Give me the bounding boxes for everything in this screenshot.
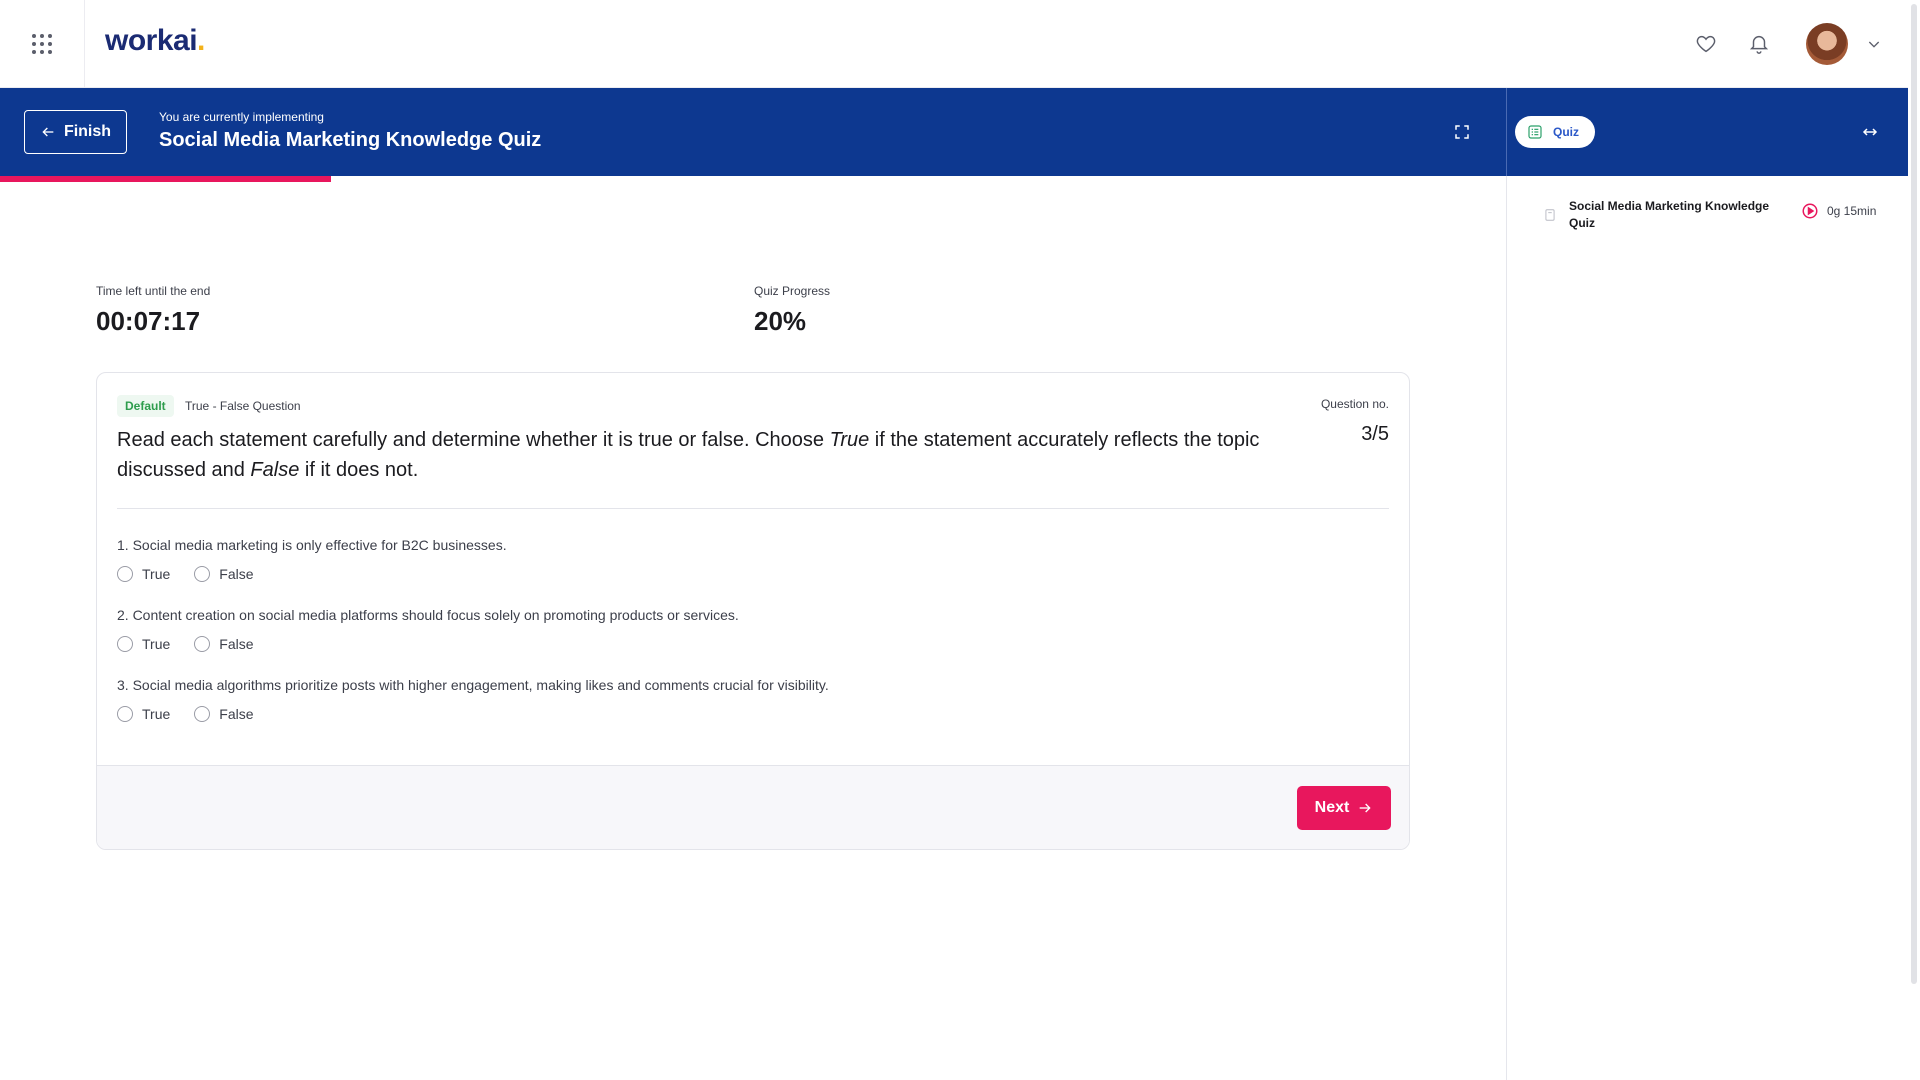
scrollbar-thumb[interactable] (1911, 4, 1917, 984)
radio-circle[interactable] (194, 706, 211, 722)
radio-circle[interactable] (117, 706, 133, 722)
arrow-right-icon (1360, 803, 1371, 813)
fullscreen-icon (1455, 125, 1469, 139)
apps-menu-button[interactable] (0, 0, 85, 88)
top-app-bar: workai. (0, 0, 1920, 88)
statement-1-options: True False (117, 566, 254, 582)
play-circle-icon (1802, 203, 1818, 219)
duration-text: 0g 15min (1827, 204, 1877, 218)
finish-button[interactable]: Finish (24, 110, 127, 154)
quiz-progress-fill (0, 176, 332, 182)
user-avatar[interactable] (1806, 23, 1848, 65)
quiz-progress-bar (0, 176, 1506, 182)
statement-3-options: True False (117, 706, 254, 722)
page-scrollbar[interactable] (1908, 0, 1920, 1080)
arrows-horizontal-icon (1862, 128, 1878, 136)
quiz-progress-value: 20% (754, 306, 807, 336)
heart-icon (1696, 35, 1716, 53)
quiz-header: Finish You are currently implementing So… (0, 88, 1908, 176)
question-number-value: 3/5 (1361, 423, 1389, 445)
quiz-list-icon (1528, 125, 1542, 139)
bell-icon (1749, 36, 1769, 54)
header-divider (1506, 88, 1507, 176)
quiz-pill-label: Quiz (1553, 125, 1579, 139)
question-card: Default True - False Question Question n… (96, 372, 1410, 850)
statement-2-true-radio[interactable]: True (117, 636, 170, 652)
chevron-down-icon (1868, 41, 1880, 48)
statement-1-true-radio[interactable]: True (117, 566, 170, 582)
sidebar-item-quiz[interactable]: Social Media Marketing Knowledge Quiz 0g… (1543, 198, 1893, 232)
sidebar-item-duration: 0g 15min (1801, 202, 1876, 220)
card-divider (117, 508, 1389, 509)
statement-1: 1. Social media marketing is only effect… (117, 537, 507, 553)
user-menu-toggle[interactable] (1862, 32, 1886, 56)
finish-label: Finish (63, 123, 112, 140)
arrow-left-icon (42, 127, 54, 137)
radio-circle[interactable] (194, 566, 211, 582)
quiz-title: Social Media Marketing Knowledge Quiz (159, 129, 542, 151)
time-left-label: Time left until the end (96, 284, 211, 298)
statement-2: 2. Content creation on social media plat… (117, 607, 739, 623)
statement-3: 3. Social media algorithms prioritize po… (117, 677, 829, 693)
question-type: True - False Question (185, 399, 301, 413)
statement-3-false-radio[interactable]: False (194, 706, 254, 722)
radio-circle[interactable] (117, 636, 133, 652)
quiz-tab-pill[interactable]: Quiz (1515, 116, 1595, 148)
notifications-button[interactable] (1743, 28, 1775, 60)
next-label: Next (1314, 799, 1350, 816)
question-tag: Default (117, 395, 174, 417)
favorites-button[interactable] (1690, 28, 1722, 60)
question-number-label: Question no. (1320, 397, 1389, 411)
apps-grid-icon (32, 34, 52, 54)
sidebar-item-title: Social Media Marketing Knowledge Quiz (1569, 199, 1770, 230)
statement-1-false-radio[interactable]: False (194, 566, 254, 582)
implementing-label: You are currently implementing (159, 110, 324, 124)
radio-circle[interactable] (194, 636, 211, 652)
next-button[interactable]: Next (1297, 786, 1391, 830)
expand-sidebar-button[interactable] (1858, 120, 1882, 144)
card-footer: Next (97, 765, 1409, 849)
quiz-progress-label: Quiz Progress (754, 284, 831, 298)
statement-2-options: True False (117, 636, 254, 652)
workai-logo[interactable]: workai. (105, 24, 205, 58)
statement-3-true-radio[interactable]: True (117, 706, 170, 722)
document-icon (1545, 209, 1555, 221)
quiz-sidebar: Social Media Marketing Knowledge Quiz 0g… (1506, 176, 1908, 1080)
question-text: Read each statement carefully and determ… (117, 429, 1260, 481)
fullscreen-button[interactable] (1448, 118, 1476, 146)
time-left-value: 00:07:17 (96, 306, 201, 336)
radio-circle[interactable] (117, 566, 133, 582)
statement-2-false-radio[interactable]: False (194, 636, 254, 652)
